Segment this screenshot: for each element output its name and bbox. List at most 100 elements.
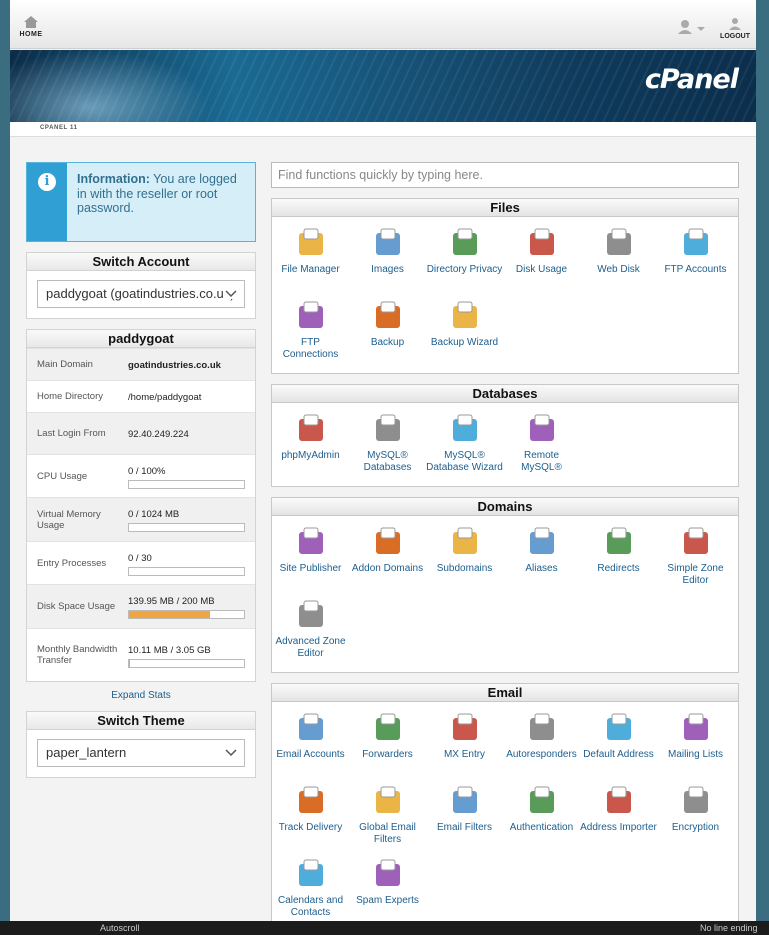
item-calendars-and-contacts[interactable]: Calendars and Contacts (272, 852, 349, 925)
item-ftp-accounts[interactable]: FTP Accounts (657, 221, 734, 294)
bandwidth-bar (128, 658, 245, 668)
item-label: Global Email Filters (359, 822, 416, 845)
stat-value: 0 / 30 (128, 552, 152, 564)
group-grid: Site Publisher Addon Domains Subdomains Ali… (272, 516, 738, 672)
stat-label: Last Login From (37, 428, 106, 439)
taskbar-item-line-ending[interactable]: No line ending (700, 923, 758, 933)
item-label: Remote MySQL® (521, 450, 562, 473)
item-autoresponders[interactable]: Autoresponders (503, 706, 580, 779)
item-label: Email Filters (436, 822, 492, 833)
item-ftp-connections[interactable]: FTP Connections (272, 294, 349, 367)
item-images[interactable]: Images (349, 221, 426, 294)
home-icon (24, 16, 38, 28)
ftp-accounts-icon (683, 228, 708, 255)
switch-account-value: paddygoat (goatindustries.co.uk) (46, 286, 235, 301)
email-filters-icon (452, 786, 477, 813)
item-spam-experts[interactable]: Spam Experts (349, 852, 426, 925)
item-label: Addon Domains (351, 563, 424, 574)
item-label: Default Address (583, 749, 654, 760)
item-label: Advanced Zone Editor (275, 636, 346, 659)
stat-value: 92.40.249.224 (128, 429, 189, 440)
item-mysql-databases[interactable]: MySQL® Databases (349, 407, 426, 480)
email-accounts-icon (298, 713, 323, 740)
stat-label: Main Domain (37, 359, 93, 370)
switch-theme-panel: Switch Theme paper_lantern (26, 711, 256, 778)
item-email-accounts[interactable]: Email Accounts (272, 706, 349, 779)
item-track-delivery[interactable]: Track Delivery (272, 779, 349, 852)
item-label: Email Accounts (276, 749, 345, 760)
info-alert-bar: i (27, 163, 67, 241)
item-label: Forwarders (362, 749, 413, 760)
item-forwarders[interactable]: Forwarders (349, 706, 426, 779)
disk-usage-icon (529, 228, 554, 255)
item-backup[interactable]: Backup (349, 294, 426, 367)
group-title: Email (272, 684, 738, 702)
item-label: Web Disk (597, 264, 640, 275)
group-domains: Domains Site Publisher Addon Domains Subdom… (271, 497, 739, 673)
addon-domains-icon (375, 527, 400, 554)
info-title: Information: (77, 172, 150, 186)
item-advanced-zone-editor[interactable]: Advanced Zone Editor (272, 593, 349, 666)
ftp-connections-icon (298, 301, 323, 328)
item-label: Subdomains (436, 563, 493, 574)
logout-button[interactable]: LOGOUT (720, 18, 750, 40)
item-default-address[interactable]: Default Address (580, 706, 657, 779)
item-file-manager[interactable]: File Manager (272, 221, 349, 294)
mysql-database-wizard-icon (452, 414, 477, 441)
calendars-and-contacts-icon (298, 859, 323, 886)
item-phpmyadmin[interactable]: phpMyAdmin (272, 407, 349, 480)
stats-panel: paddygoat Main Domain goatindustries.co.… (26, 329, 256, 682)
aliases-icon (529, 527, 554, 554)
user-menu-icon[interactable] (678, 20, 708, 34)
item-web-disk[interactable]: Web Disk (580, 221, 657, 294)
item-directory-privacy[interactable]: Directory Privacy (426, 221, 503, 294)
item-site-publisher[interactable]: Site Publisher (272, 520, 349, 593)
remote-mysql-icon (529, 414, 554, 441)
search-input[interactable]: Find functions quickly by typing here. (271, 162, 739, 188)
item-disk-usage[interactable]: Disk Usage (503, 221, 580, 294)
item-subdomains[interactable]: Subdomains (426, 520, 503, 593)
version-label: CPANEL 11 (40, 125, 78, 131)
stat-row-home-directory: Home Directory /home/paddygoat (27, 380, 255, 412)
item-aliases[interactable]: Aliases (503, 520, 580, 593)
forwarders-icon (375, 713, 400, 740)
backup-icon (375, 301, 400, 328)
item-authentication[interactable]: Authentication (503, 779, 580, 852)
item-encryption[interactable]: Encryption (657, 779, 734, 852)
item-label: Encryption (671, 822, 720, 833)
group-databases: Databases phpMyAdmin MySQL® Databases MySQL… (271, 384, 739, 487)
item-address-importer[interactable]: Address Importer (580, 779, 657, 852)
item-backup-wizard[interactable]: Backup Wizard (426, 294, 503, 367)
item-remote-mysql[interactable]: Remote MySQL® (503, 407, 580, 480)
home-button[interactable]: HOME (16, 16, 46, 38)
item-mailing-lists[interactable]: Mailing Lists (657, 706, 734, 779)
spam-experts-icon (375, 859, 400, 886)
item-mx-entry[interactable]: MX Entry (426, 706, 503, 779)
item-label: MX Entry (443, 749, 486, 760)
item-mysql-database-wizard[interactable]: MySQL® Database Wizard (426, 407, 503, 480)
taskbar-item-autoscroll[interactable]: Autoscroll (100, 923, 140, 933)
item-label: Calendars and Contacts (277, 895, 344, 918)
item-email-filters[interactable]: Email Filters (426, 779, 503, 852)
item-label: Mailing Lists (667, 749, 724, 760)
stat-label: CPU Usage (37, 470, 88, 482)
subdomains-icon (452, 527, 477, 554)
group-grid: File Manager Images Directory Privacy Disk … (272, 217, 738, 373)
item-simple-zone-editor[interactable]: Simple Zone Editor (657, 520, 734, 593)
version-bar: CPANEL 11 (10, 122, 756, 137)
expand-stats-link[interactable]: Expand Stats (26, 684, 256, 711)
item-addon-domains[interactable]: Addon Domains (349, 520, 426, 593)
item-global-email-filters[interactable]: Global Email Filters (349, 779, 426, 852)
switch-theme-select[interactable]: paper_lantern (37, 739, 245, 767)
switch-account-panel: Switch Account paddygoat (goatindustries… (26, 252, 256, 319)
chevron-down-icon (224, 287, 238, 299)
disk-space-fill (129, 611, 210, 618)
item-redirects[interactable]: Redirects (580, 520, 657, 593)
item-label: FTP Accounts (664, 264, 727, 275)
search-placeholder: Find functions quickly by typing here. (278, 168, 483, 182)
phpmyadmin-icon (298, 414, 323, 441)
info-text: Information: You are logged in with the … (77, 172, 247, 216)
stat-label: Disk Space Usage (37, 601, 116, 612)
switch-account-select[interactable]: paddygoat (goatindustries.co.uk) (37, 280, 245, 308)
entry-processes-bar (128, 566, 245, 576)
